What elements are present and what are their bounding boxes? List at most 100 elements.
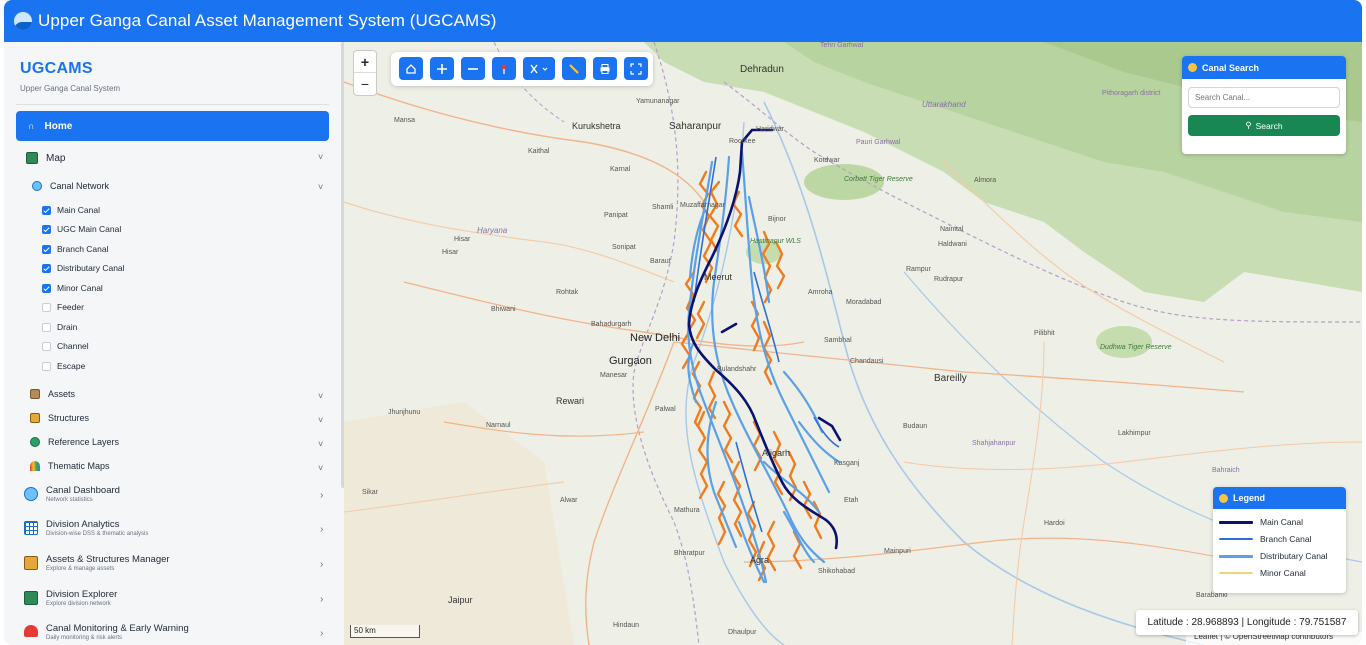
zoom-out-button[interactable]: − [354, 73, 376, 95]
chevron-right-icon[interactable]: › [320, 559, 323, 570]
checkbox-unchecked-icon[interactable] [42, 322, 51, 332]
legend-swatch [1219, 554, 1253, 558]
place-label: Saharanpur [669, 121, 722, 132]
nav-structures[interactable]: Structures [30, 413, 89, 423]
layer-label: Distributary Canal [57, 263, 125, 273]
map-canvas[interactable]: Dehradun Saharanpur Roorkee Haridwar Kur… [344, 42, 1362, 645]
layer-feeder[interactable]: Feeder [42, 302, 84, 312]
module-division-explorer[interactable]: Division Explorer Explore division netwo… [24, 589, 117, 607]
chevron-right-icon[interactable]: › [320, 594, 323, 605]
chevron-down-icon[interactable]: ˅ [318, 391, 323, 401]
nav-thematic-maps-label: Thematic Maps [48, 461, 110, 471]
app-title: Upper Ganga Canal Asset Management Syste… [38, 11, 497, 30]
place-label: Jaipur [448, 595, 473, 605]
nav-assets[interactable]: Assets [30, 389, 75, 399]
brand: UGCAMS Upper Ganga Canal System [20, 60, 120, 93]
nav-home-label: Home [44, 120, 73, 132]
layer-label: UGC Main Canal [57, 224, 122, 234]
plus-icon [437, 63, 447, 74]
place-label: Bahadurgarh [591, 321, 632, 328]
locate-button[interactable] [492, 57, 516, 80]
checkbox-checked-icon[interactable] [42, 263, 51, 273]
layer-main-canal[interactable]: Main Canal [42, 205, 100, 215]
nav-reference-layers[interactable]: Reference Layers [30, 437, 119, 447]
place-label: Meerut [704, 272, 733, 282]
layer-distributary-canal[interactable]: Distributary Canal [42, 263, 125, 273]
place-label: Corbett Tiger Reserve [844, 176, 913, 183]
checkbox-unchecked-icon[interactable] [42, 361, 51, 371]
zoom-in-tool-button[interactable] [430, 57, 454, 80]
canal-search-input[interactable] [1188, 87, 1340, 108]
chevron-up-icon[interactable]: ˅ [318, 152, 323, 162]
print-button[interactable] [593, 57, 617, 80]
legend-title: Legend [1233, 493, 1266, 503]
place-label: Haldwani [938, 241, 967, 248]
chevron-right-icon[interactable]: › [320, 628, 323, 639]
nav-map[interactable]: Map [26, 152, 65, 164]
chevron-down-icon[interactable]: ˅ [318, 463, 323, 473]
module-division-analytics[interactable]: Division Analytics Division-wise DSS & t… [24, 519, 148, 537]
nav-thematic-maps[interactable]: Thematic Maps [30, 461, 110, 471]
fullscreen-icon [630, 62, 642, 75]
draw-tools-dropdown[interactable] [523, 57, 555, 80]
module-canal-monitoring[interactable]: Canal Monitoring & Early Warning Daily m… [24, 623, 189, 641]
nav-home[interactable]: ∩ Home [16, 111, 329, 141]
layer-label: Escape [57, 361, 86, 371]
place-label: Shamli [652, 204, 674, 211]
globe-icon [30, 437, 40, 447]
layer-branch-canal[interactable]: Branch Canal [42, 244, 109, 254]
module-canal-dashboard[interactable]: Canal Dashboard Network statistics [24, 485, 120, 503]
chevron-down-icon[interactable]: ˅ [318, 182, 323, 192]
place-label: Hastinapur WLS [750, 238, 801, 245]
canal-search-button[interactable]: ⚲ Search [1188, 115, 1340, 136]
place-label: Kurukshetra [572, 121, 621, 131]
layer-ugc-main-canal[interactable]: UGC Main Canal [42, 224, 121, 234]
place-label: Bulandshahr [717, 366, 757, 373]
chevron-right-icon[interactable]: › [320, 524, 323, 535]
layer-channel[interactable]: Channel [42, 341, 89, 351]
chevron-down-icon[interactable]: ˅ [318, 415, 323, 425]
zoom-out-tool-button[interactable] [461, 57, 485, 80]
nav-canal-network[interactable]: Canal Network [32, 181, 109, 191]
place-label: Bahraich [1212, 467, 1240, 474]
grid-chart-icon [24, 521, 38, 535]
legend-label: Main Canal [1260, 517, 1303, 527]
legend-item: Main Canal [1219, 517, 1303, 527]
place-label: Bareilly [934, 373, 967, 384]
place-label: Pauri Garhwal [856, 139, 901, 146]
fullscreen-button[interactable] [624, 57, 648, 80]
place-label: Nainital [940, 226, 964, 233]
layer-label: Main Canal [57, 205, 100, 215]
legend-label: Distributary Canal [1260, 551, 1328, 561]
nav-assets-label: Assets [48, 389, 76, 399]
measure-button[interactable] [562, 57, 586, 80]
checkbox-checked-icon[interactable] [42, 283, 51, 293]
module-subtitle: Explore division network [46, 601, 111, 607]
place-label: Dhaulpur [728, 629, 757, 636]
place-label: Kotdwar [814, 157, 840, 164]
module-assets-structures-manager[interactable]: Assets & Structures Manager Explore & ma… [24, 554, 170, 572]
place-label: Moradabad [846, 299, 882, 306]
place-label: New Delhi [630, 332, 681, 344]
home-view-button[interactable] [399, 57, 423, 80]
building-icon [30, 413, 40, 423]
layer-drain[interactable]: Drain [42, 322, 77, 332]
place-label: Kaithal [528, 148, 550, 155]
checkbox-checked-icon[interactable] [42, 205, 51, 215]
checkbox-unchecked-icon[interactable] [42, 302, 51, 312]
layer-minor-canal[interactable]: Minor Canal [42, 283, 103, 293]
place-label: Rohtak [556, 289, 579, 296]
place-label: Palwal [655, 406, 676, 413]
canal-search-header: Canal Search [1182, 56, 1346, 79]
checkbox-checked-icon[interactable] [42, 244, 51, 254]
chevron-right-icon[interactable]: › [320, 490, 323, 501]
place-label: Roorkee [729, 138, 756, 145]
layer-escape[interactable]: Escape [42, 361, 85, 371]
module-subtitle: Explore & manage assets [46, 566, 115, 572]
checkbox-checked-icon[interactable] [42, 224, 51, 234]
place-label: Yamunanagar [636, 98, 680, 105]
chevron-down-icon[interactable]: ˅ [318, 439, 323, 449]
place-label: Hardoi [1044, 520, 1065, 527]
zoom-in-button[interactable]: + [354, 51, 376, 73]
checkbox-unchecked-icon[interactable] [42, 341, 51, 351]
